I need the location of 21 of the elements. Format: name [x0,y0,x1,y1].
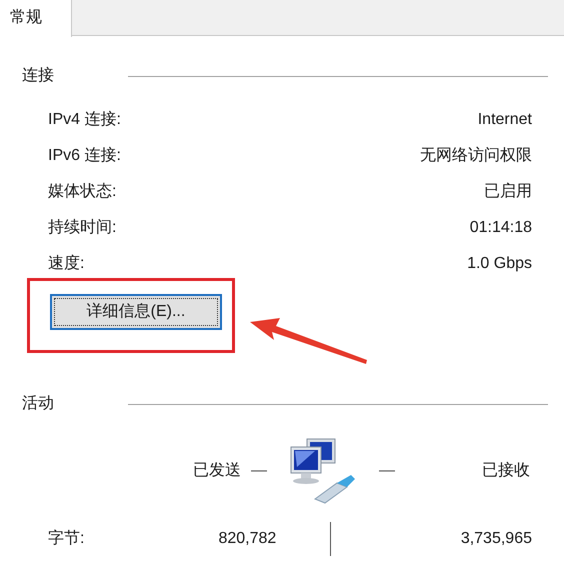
field-label: 速度: [48,254,84,274]
dash: — [251,461,267,481]
field-value: Internet [478,110,532,130]
field-value: 01:14:18 [470,218,532,238]
received-label: 已接收 [482,460,530,481]
details-button[interactable]: 详细信息(E)... [50,294,222,330]
field-value: 已启用 [484,182,532,202]
bytes-label: 字节: [48,528,84,549]
bytes-received: 3,735,965 [460,529,532,549]
group-title: 活动 [22,394,55,414]
field-label: 媒体状态: [48,182,116,202]
dash: — [379,461,395,481]
bytes-sent: 820,782 [218,529,276,549]
group-title: 连接 [22,66,55,86]
sent-label: 已发送 [193,461,241,481]
field-label: IPv4 连接: [48,110,121,130]
tab[interactable]: 常规 [0,0,72,37]
field-label: 持续时间: [48,218,116,238]
field-value: 1.0 Gbps [467,254,532,274]
field-value: 无网络访问权限 [420,146,532,166]
field-label: IPv6 连接: [48,146,121,166]
